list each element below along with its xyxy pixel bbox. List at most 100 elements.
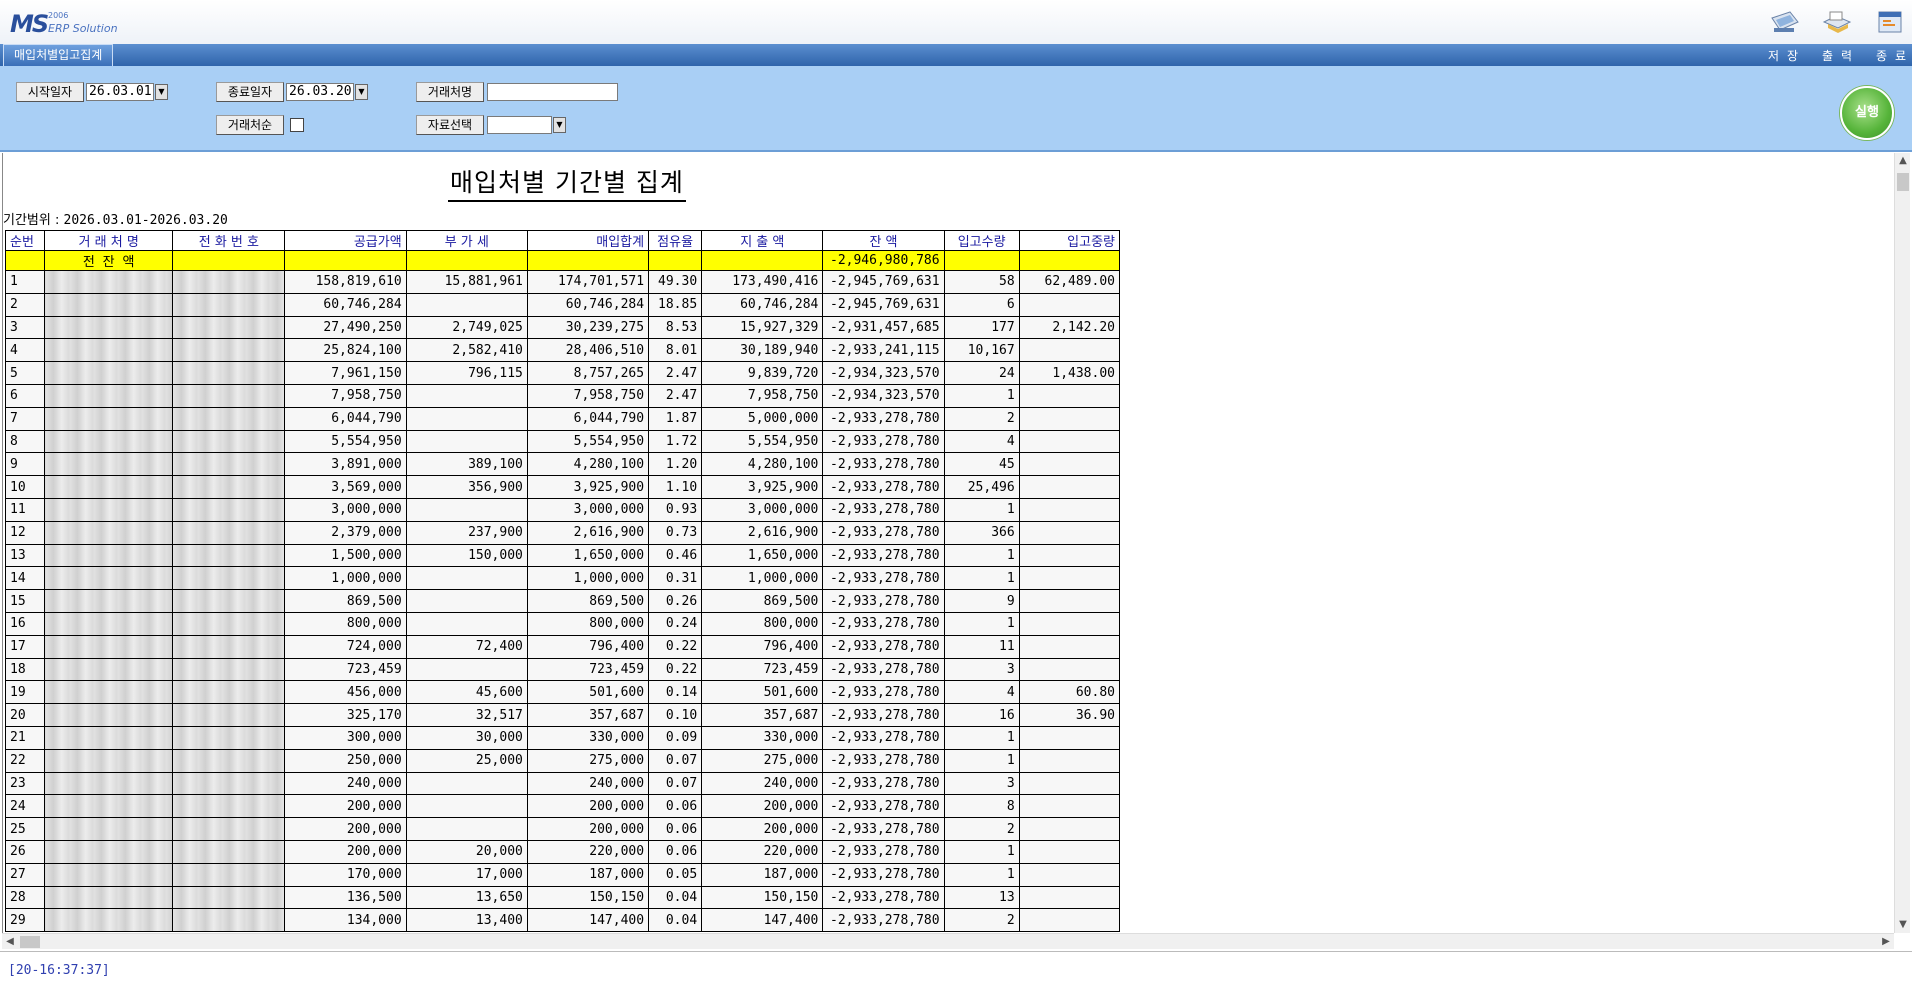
end-date-dropdown-icon[interactable]: ▼ (355, 84, 368, 100)
scroll-up-icon[interactable]: ▲ (1895, 153, 1911, 169)
receipt-qty: 1 (943, 725, 1020, 750)
start-date-field[interactable]: 26.03.01 (86, 83, 154, 101)
vat-amount: 45,600 (405, 680, 528, 705)
table-row[interactable]: 28 136,500 13,650 150,150 0.04 150,150 -2,933,… (4, 885, 1121, 910)
purchase-total: 4,280,100 (526, 452, 650, 477)
start-date-dropdown-icon[interactable]: ▼ (155, 84, 168, 100)
vendor-order-checkbox[interactable] (290, 118, 304, 132)
phone-number-redacted (172, 839, 286, 864)
col-header: 입고중량 (1018, 230, 1121, 251)
table-row[interactable]: 8 5,554,950 5,554,950 1.72 5,554,950 -2,933,2… (4, 429, 1121, 454)
col-header: 입고수량 (943, 230, 1020, 251)
balance: -2,933,278,780 (822, 520, 945, 545)
table-row[interactable]: 26 200,000 20,000 220,000 0.06 220,000 -2,933,… (4, 839, 1121, 864)
receipt-qty: 25,496 (943, 475, 1020, 499)
phone-number-redacted (172, 361, 286, 385)
expense-amount: 800,000 (701, 611, 824, 636)
table-row[interactable]: 13 1,500,000 150,000 1,650,000 0.46 1,650,000… (4, 543, 1121, 568)
purchase-total: 30,239,275 (526, 315, 650, 340)
balance: -2,933,278,780 (822, 839, 945, 864)
end-date-field[interactable]: 26.03.20 (286, 83, 354, 101)
horizontal-scroll-thumb[interactable] (20, 936, 40, 948)
table-row[interactable]: 6 7,958,750 7,958,750 2.47 7,958,750 -2,934,3… (4, 383, 1121, 408)
carry-cell (284, 250, 407, 271)
vendor-name-redacted (44, 839, 174, 864)
horizontal-scrollbar[interactable]: ◀ ▶ (2, 933, 1894, 949)
expense-amount: 150,150 (701, 885, 824, 910)
row-number: 16 (4, 611, 46, 636)
table-row[interactable]: 29 134,000 13,400 147,400 0.04 147,400 -2,933,… (4, 908, 1121, 933)
scroll-down-icon[interactable]: ▼ (1895, 917, 1911, 933)
scroll-right-icon[interactable]: ▶ (1878, 934, 1894, 950)
purchase-total: 8,757,265 (526, 361, 650, 385)
receipt-qty: 9 (943, 589, 1020, 613)
receipt-weight (1018, 657, 1121, 682)
receipt-qty: 8 (943, 794, 1020, 819)
save-button[interactable] (1761, 8, 1807, 36)
tab-purchase-summary[interactable]: 매입처별입고집계 (3, 44, 114, 66)
data-select-field[interactable] (487, 116, 552, 134)
table-row[interactable]: 19 456,000 45,600 501,600 0.14 501,600 -2,933,… (4, 680, 1121, 705)
data-select-dropdown-icon[interactable]: ▼ (553, 117, 566, 133)
vendor-name-input[interactable] (487, 83, 618, 101)
table-row[interactable]: 14 1,000,000 1,000,000 0.31 1,000,000 -2,933,… (4, 566, 1121, 591)
table-row[interactable]: 15 869,500 869,500 0.26 869,500 -2,933,278,78… (4, 589, 1121, 613)
table-row[interactable]: 25 200,000 200,000 0.06 200,000 -2,933,278,78… (4, 817, 1121, 841)
table-row[interactable]: 10 3,569,000 356,900 3,925,900 1.10 3,925,900… (4, 475, 1121, 499)
balance: -2,933,278,780 (822, 817, 945, 841)
phone-number-redacted (172, 292, 286, 317)
balance: -2,933,278,780 (822, 429, 945, 454)
table-row[interactable]: 4 25,824,100 2,582,410 28,406,510 8.01 30,189… (4, 338, 1121, 363)
vertical-scroll-thumb[interactable] (1897, 173, 1909, 191)
vendor-order-label: 거래처순 (216, 115, 284, 135)
phone-number-redacted (172, 703, 286, 727)
table-row[interactable]: 22 250,000 25,000 275,000 0.07 275,000 -2,933,… (4, 748, 1121, 773)
carry-cell (1018, 250, 1121, 271)
supply-amount: 7,958,750 (284, 383, 407, 408)
purchase-total: 3,000,000 (526, 497, 650, 522)
table-row[interactable]: 23 240,000 240,000 0.07 240,000 -2,933,278,78… (4, 771, 1121, 796)
table-row[interactable]: 24 200,000 200,000 0.06 200,000 -2,933,278,78… (4, 794, 1121, 819)
save-icon (1771, 11, 1799, 32)
exit-label[interactable]: 종료 (1876, 47, 1912, 64)
share-rate: 0.10 (648, 703, 703, 727)
scroll-left-icon[interactable]: ◀ (2, 934, 18, 950)
balance: -2,933,278,780 (822, 862, 945, 887)
receipt-qty: 24 (943, 361, 1020, 385)
receipt-weight (1018, 589, 1121, 613)
table-row[interactable]: 9 3,891,000 389,100 4,280,100 1.20 4,280,100-… (4, 452, 1121, 477)
save-label[interactable]: 저장 (1768, 47, 1808, 64)
receipt-weight (1018, 566, 1121, 591)
table-row[interactable]: 3 27,490,250 2,749,025 30,239,275 8.53 15,927… (4, 315, 1121, 340)
table-row[interactable]: 17 724,000 72,400 796,400 0.22 796,400 -2,933,… (4, 634, 1121, 659)
table-row[interactable]: 20 325,170 32,517 357,687 0.10 357,687 -2,933,… (4, 703, 1121, 727)
print-button[interactable] (1813, 8, 1859, 36)
phone-number-redacted (172, 270, 286, 294)
table-row[interactable]: 2 60,746,284 60,746,284 18.85 60,746,284 -2,9… (4, 292, 1121, 317)
table-row[interactable]: 1 158,819,610 15,881,961 174,701,571 49.30 17… (4, 270, 1121, 294)
table-row[interactable]: 21 300,000 30,000 330,000 0.09 330,000 -2,933,… (4, 725, 1121, 750)
table-row[interactable]: 16 800,000 800,000 0.24 800,000 -2,933,278,78… (4, 611, 1121, 636)
expense-amount: 5,000,000 (701, 406, 824, 431)
carry-cell (172, 250, 286, 271)
table-row[interactable]: 12 2,379,000 237,900 2,616,900 0.73 2,616,900… (4, 520, 1121, 545)
table-row[interactable]: 27 170,000 17,000 187,000 0.05 187,000 -2,933,… (4, 862, 1121, 887)
carry-cell (943, 250, 1020, 271)
period-range: 기간범위 : 2026.03.01-2026.03.20 (3, 209, 228, 228)
vat-amount (405, 429, 528, 454)
run-button[interactable]: 실행 (1840, 86, 1894, 140)
supply-amount: 250,000 (284, 748, 407, 773)
table-row[interactable]: 7 6,044,790 6,044,790 1.87 5,000,000 -2,933,2… (4, 406, 1121, 431)
vertical-scrollbar[interactable]: ▲ ▼ (1894, 153, 1910, 933)
app-logo: MS 2006 ERP Solution (10, 10, 120, 38)
phone-number-redacted (172, 543, 286, 568)
table-row[interactable]: 18 723,459 723,459 0.22 723,459 -2,933,278,78… (4, 657, 1121, 682)
vat-amount (405, 611, 528, 636)
exit-button[interactable] (1866, 8, 1912, 36)
print-label[interactable]: 출력 (1822, 47, 1862, 64)
share-rate: 1.10 (648, 475, 703, 499)
expense-amount: 796,400 (701, 634, 824, 659)
table-row[interactable]: 11 3,000,000 3,000,000 0.93 3,000,000 -2,933,… (4, 497, 1121, 522)
table-row[interactable]: 5 7,961,150 796,115 8,757,265 2.47 9,839,720-… (4, 361, 1121, 385)
expense-amount: 1,650,000 (701, 543, 824, 568)
